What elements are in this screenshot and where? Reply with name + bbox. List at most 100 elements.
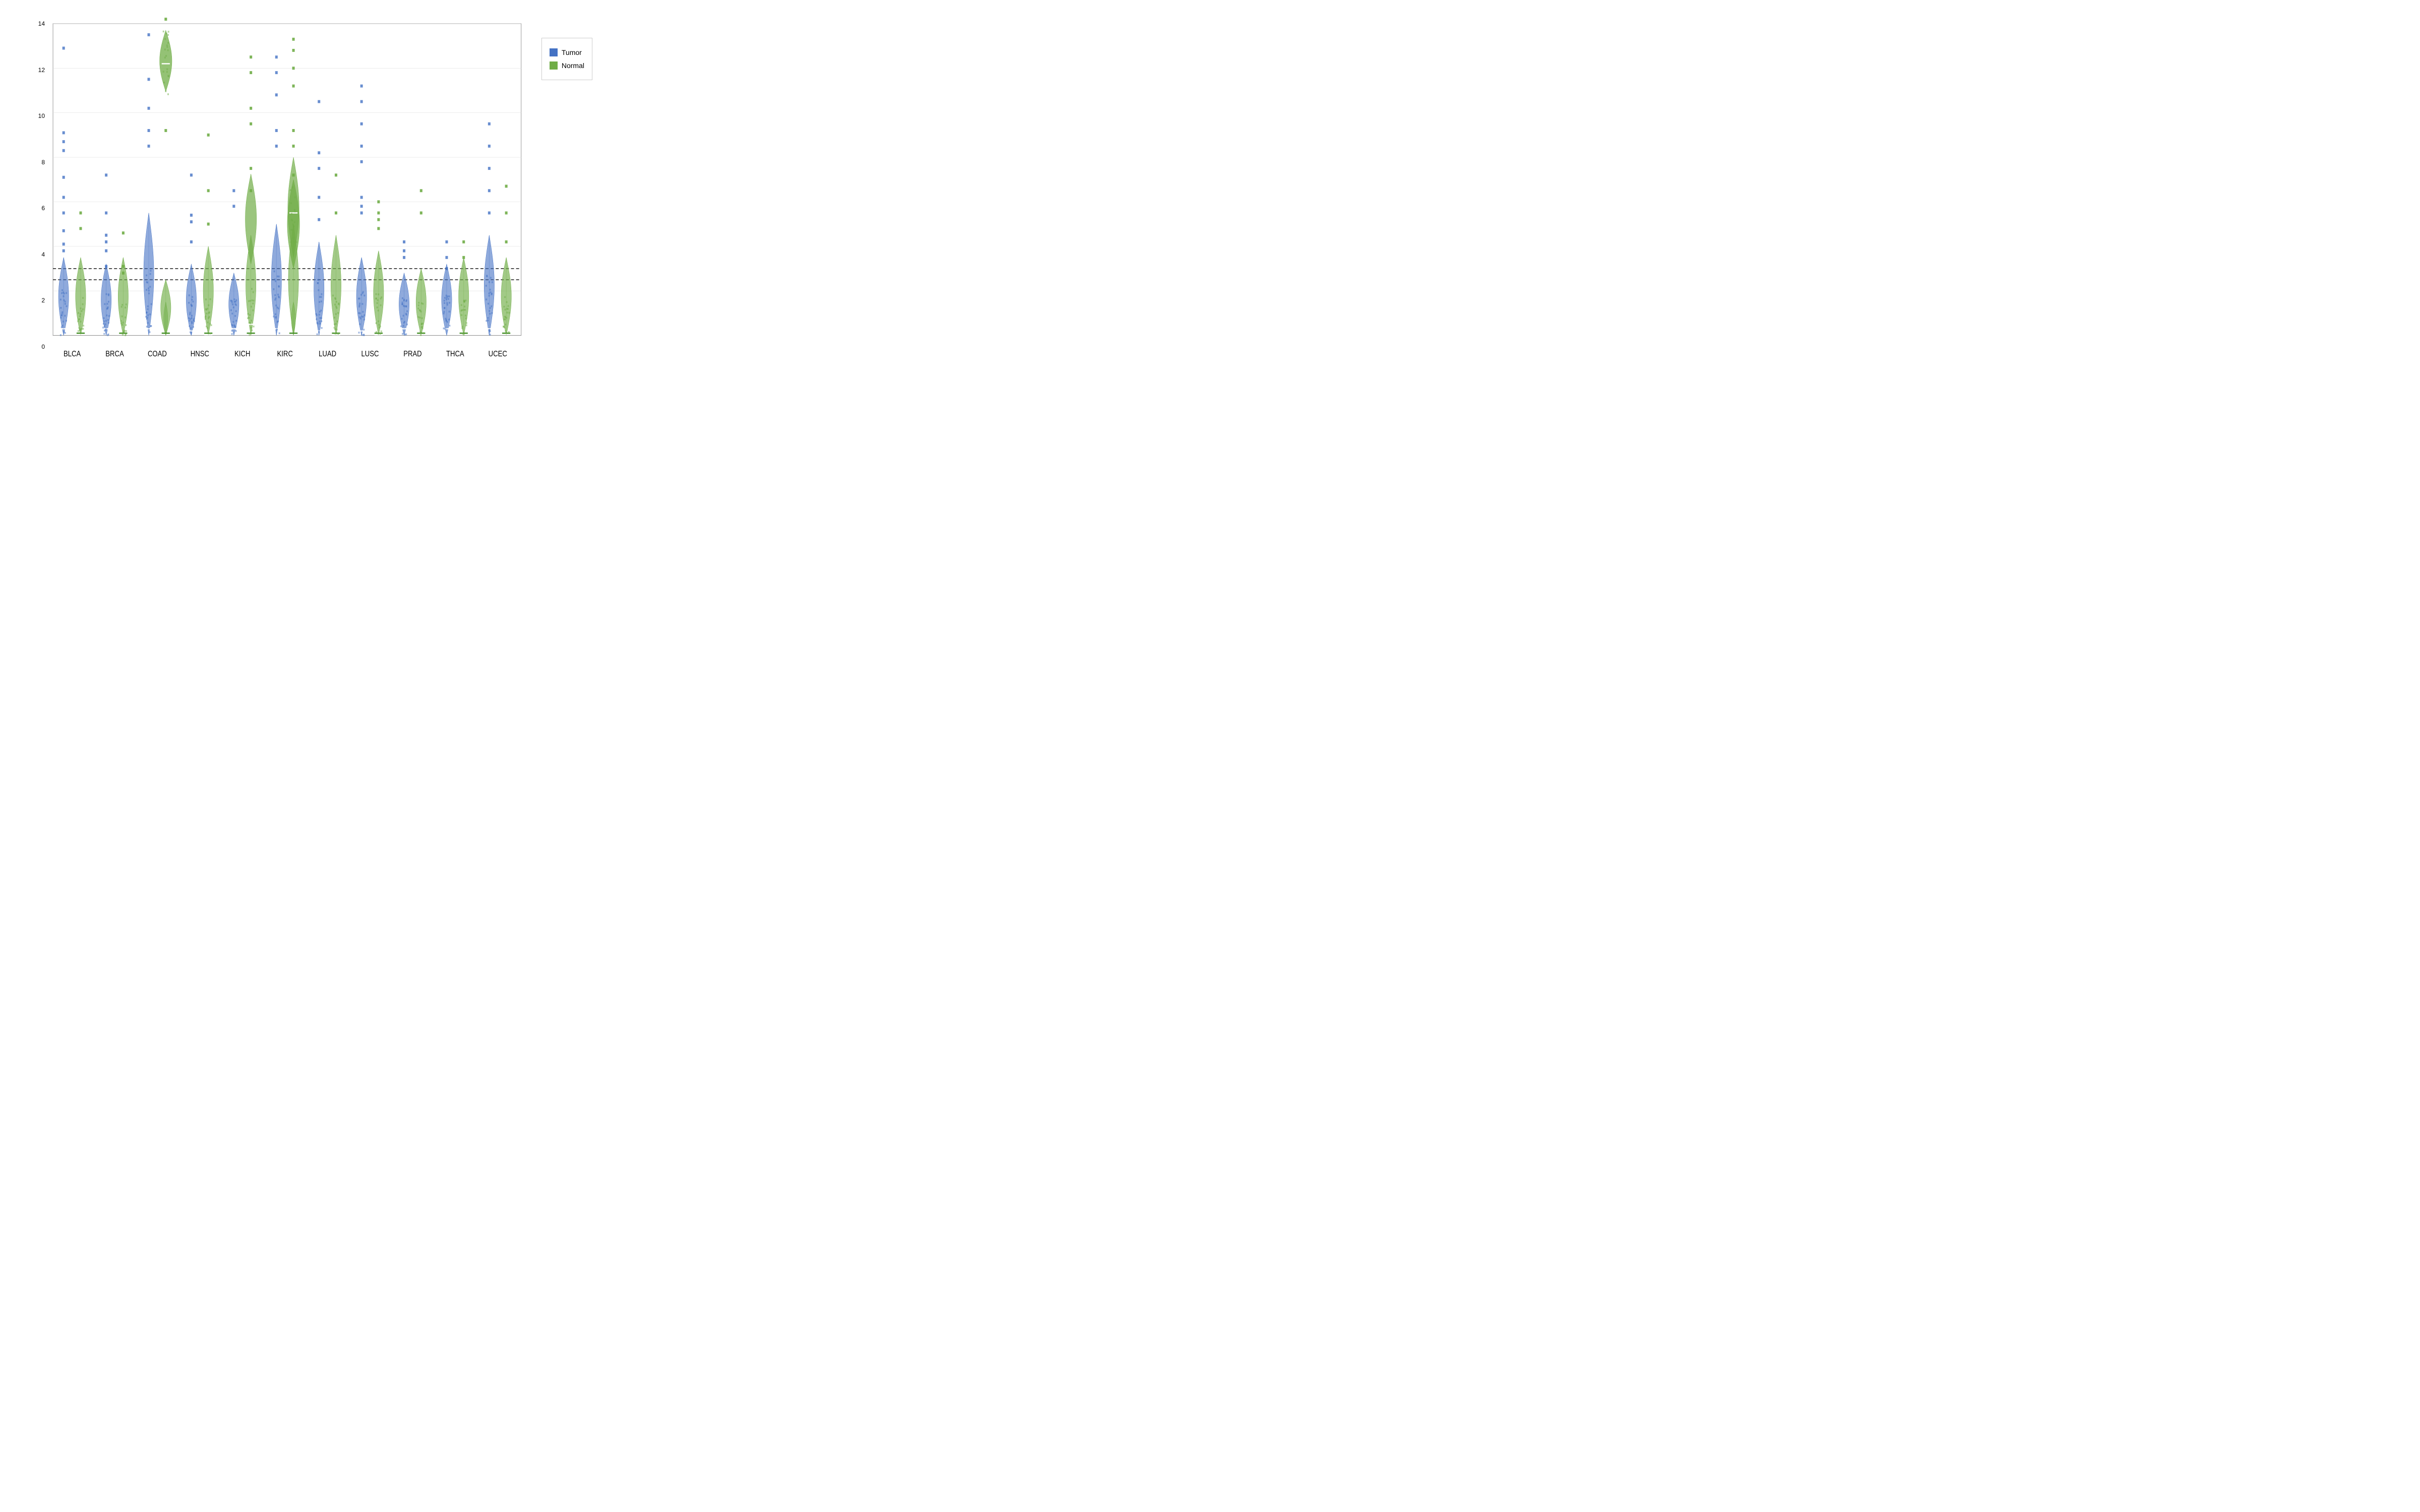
tumor-data-point — [402, 303, 403, 305]
normal-outlier — [505, 184, 508, 187]
normal-data-point — [293, 242, 295, 244]
normal-data-point — [165, 90, 166, 92]
tumor-data-point — [401, 301, 403, 303]
normal-data-point — [464, 309, 466, 311]
normal-data-point — [504, 319, 506, 321]
tumor-data-point — [189, 312, 191, 314]
normal-data-point — [163, 71, 164, 73]
tumor-outlier — [403, 249, 405, 253]
tumor-data-point — [235, 330, 237, 332]
normal-data-point — [168, 31, 169, 33]
tumor-data-point — [105, 329, 107, 331]
tumor-data-point — [273, 288, 274, 290]
tumor-data-point — [234, 315, 236, 317]
normal-data-point — [421, 318, 423, 320]
tumor-data-point — [317, 333, 318, 335]
tumor-data-point — [278, 285, 279, 287]
normal-data-point — [79, 329, 81, 331]
tumor-data-point — [405, 300, 407, 302]
tumor-data-point — [490, 277, 492, 279]
tumor-data-point — [446, 320, 447, 322]
tumor-data-point — [447, 304, 448, 306]
tumor-outlier — [445, 256, 448, 259]
normal-data-point — [252, 302, 254, 304]
tumor-data-point — [102, 327, 104, 329]
tumor-data-point — [106, 303, 108, 305]
normal-data-point — [82, 297, 84, 299]
tumor-data-point — [235, 310, 237, 312]
tumor-data-point — [402, 297, 403, 299]
tumor-data-point — [146, 312, 147, 314]
tumor-outlier — [360, 160, 363, 163]
tumor-data-point — [443, 312, 445, 314]
tumor-outlier — [105, 212, 107, 215]
tumor-data-point — [189, 320, 191, 322]
tumor-data-point — [190, 333, 192, 335]
tumor-data-point — [489, 310, 490, 312]
normal-data-point — [377, 299, 379, 301]
normal-data-point — [419, 331, 421, 333]
normal-outlier — [250, 107, 252, 110]
normal-outlier — [462, 240, 465, 243]
tumor-data-point — [61, 292, 63, 294]
tumor-data-point — [231, 300, 232, 302]
tumor-data-point — [103, 317, 104, 319]
tumor-outlier — [190, 220, 193, 223]
normal-data-point — [466, 325, 467, 327]
normal-data-point — [378, 309, 379, 311]
tumor-data-point — [274, 271, 275, 273]
normal-outlier — [292, 67, 295, 70]
normal-data-point — [461, 314, 462, 316]
normal-data-point — [506, 317, 507, 319]
normal-data-point — [336, 329, 337, 331]
normal-data-point — [378, 324, 380, 326]
x-axis-label: BLCA — [64, 350, 81, 358]
tumor-data-point — [444, 300, 445, 302]
normal-data-point — [461, 304, 462, 306]
tumor-data-point — [230, 309, 232, 311]
tumor-data-point — [445, 318, 446, 320]
tumor-data-point — [146, 326, 148, 328]
tumor-data-point — [321, 296, 322, 298]
tumor-data-point — [188, 302, 190, 304]
normal-data-point — [335, 313, 337, 315]
tumor-data-point — [444, 302, 445, 304]
normal-outlier — [79, 212, 82, 215]
tumor-data-point — [490, 307, 491, 309]
normal-data-point — [334, 333, 336, 335]
tumor-outlier — [63, 249, 65, 253]
legend-item: Normal — [550, 61, 584, 70]
tumor-data-point — [63, 321, 64, 323]
normal-data-point — [166, 33, 167, 35]
tumor-outlier — [488, 189, 491, 192]
tumor-data-point — [147, 322, 149, 324]
tumor-data-point — [62, 325, 63, 327]
tumor-data-point — [231, 312, 233, 314]
normal-data-point — [121, 306, 123, 308]
tumor-data-point — [489, 329, 491, 331]
tumor-data-point — [147, 305, 149, 307]
normal-outlier — [292, 85, 295, 88]
normal-data-point — [294, 197, 296, 199]
normal-outlier — [377, 227, 380, 230]
normal-outlier — [292, 173, 295, 176]
tumor-data-point — [189, 313, 191, 316]
tumor-data-point — [108, 301, 109, 303]
tumor-data-point — [235, 320, 237, 322]
x-axis-label: PRAD — [403, 350, 421, 358]
tumor-data-point — [448, 298, 449, 300]
normal-data-point — [294, 209, 295, 211]
normal-data-point — [461, 328, 463, 330]
tumor-data-point — [60, 334, 62, 336]
legend-color-box — [550, 61, 558, 70]
tumor-data-point — [317, 282, 319, 284]
tumor-data-point — [61, 314, 63, 317]
tumor-data-point — [447, 295, 449, 297]
tumor-data-point — [319, 323, 321, 325]
tumor-data-point — [107, 319, 109, 321]
normal-data-point — [123, 322, 124, 324]
normal-data-point — [290, 229, 292, 231]
tumor-data-point — [316, 314, 318, 317]
normal-data-point — [78, 319, 80, 321]
tumor-outlier — [318, 100, 320, 103]
